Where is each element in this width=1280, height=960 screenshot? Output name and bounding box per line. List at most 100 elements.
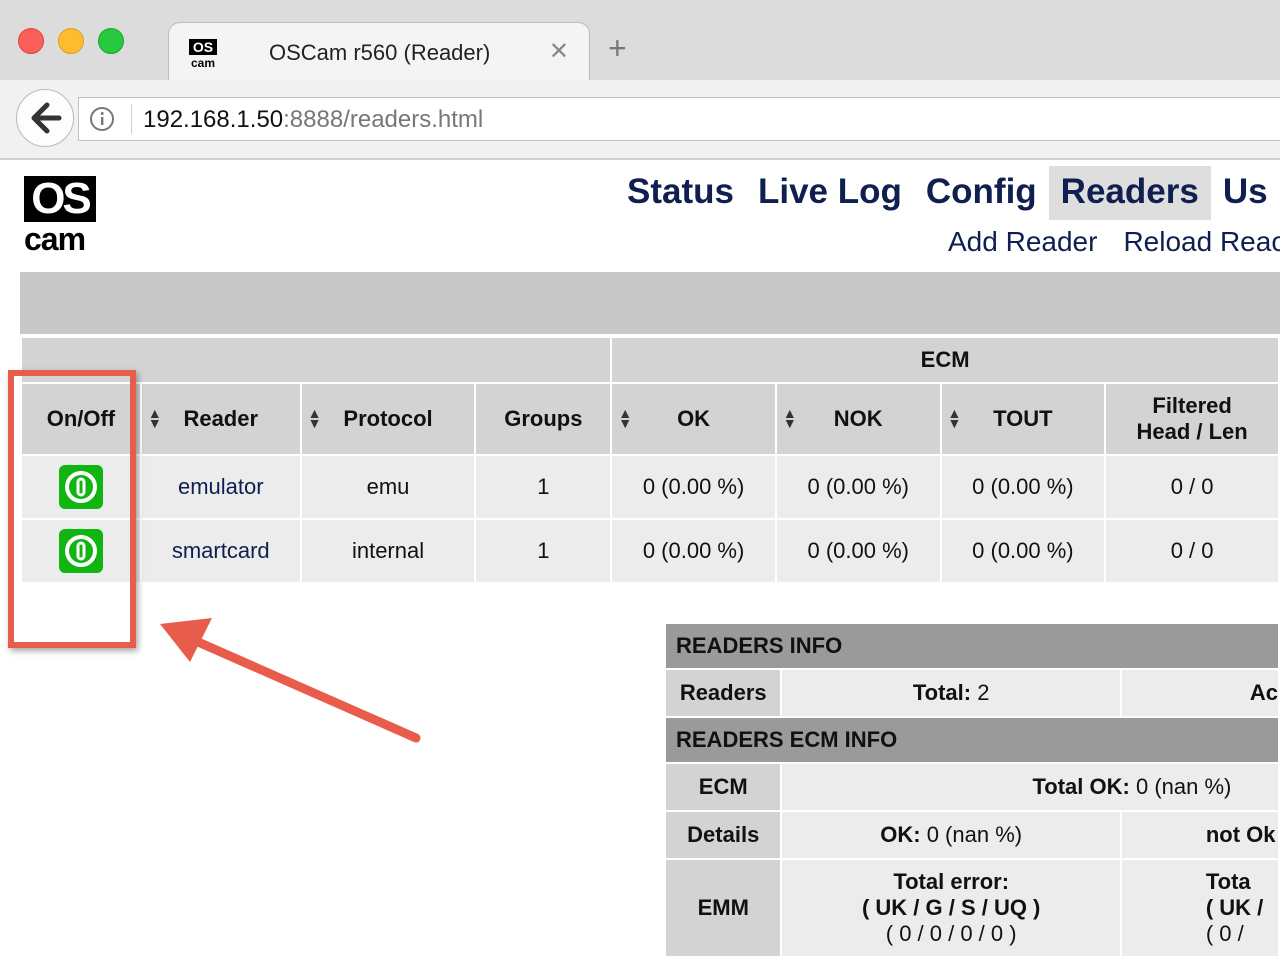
browser-tab-active[interactable]: OS cam OSCam r560 (Reader) ✕ (168, 22, 590, 81)
ecm-total-ok-value: 0 (nan %) (1135, 774, 1232, 799)
sort-arrows-icon[interactable]: ▲ ▼ (783, 406, 797, 430)
arrow-left-icon (31, 102, 62, 134)
col-groups: Groups (474, 382, 613, 456)
nok-cell: 0 (0.00 %) (774, 454, 942, 520)
nok-cell: 0 (0.00 %) (774, 518, 942, 584)
col-ok[interactable]: ▲ ▼ OK (610, 382, 777, 456)
ecm-info-title: READERS ECM INFO (664, 716, 1280, 764)
filtered-cell: 0 / 0 (1104, 454, 1280, 520)
details-ok-value: 0 (nan %) (926, 822, 1023, 847)
svg-text:OS: OS (193, 39, 213, 55)
annotation-arrow-icon (160, 618, 421, 743)
readers-info-header: READERS INFO (664, 622, 1280, 670)
tab-title: OSCam r560 (Reader) (269, 40, 491, 65)
emm-row: EMM Total error: ( UK / G / S / UQ ) ( 0… (663, 858, 1280, 958)
sort-arrows-icon[interactable]: ▲ ▼ (948, 406, 962, 430)
window-maximize-button[interactable] (98, 28, 124, 54)
readers-table: ECM On/Off ▲ ▼ Reader ▲ ▼ Protocol Groups … (19, 336, 1280, 584)
col-protocol[interactable]: ▲ ▼ Protocol (299, 382, 477, 456)
group-header-ecm: ECM (610, 336, 1280, 384)
col-filtered-line2: Head / Len (1136, 419, 1248, 444)
reader-name-link[interactable]: emulator (139, 454, 302, 520)
url-separator (131, 104, 132, 134)
col-ok-label: OK (677, 406, 711, 431)
ecm-total-ok-label: Total OK: (1032, 774, 1130, 799)
col-tout[interactable]: ▲ ▼ TOUT (939, 382, 1107, 456)
filtered-cell: 0 / 0 (1104, 518, 1280, 584)
main-nav: Status Live Log Config Readers Us (615, 166, 1280, 220)
tout-cell: 0 (0.00 %) (939, 454, 1107, 520)
reload-readers-link[interactable]: Reload Reac (1123, 226, 1280, 258)
protocol-cell: emu (299, 454, 477, 520)
browser-toolbar: 192.168.1.50:8888/readers.html (0, 80, 1280, 160)
logo-cam-text: cam (24, 221, 86, 257)
table-row: smartcard internal 1 0 (0.00 %) 0 (0.00 … (20, 518, 1280, 584)
back-button[interactable] (16, 89, 74, 147)
url-path: :8888/readers.html (283, 106, 484, 133)
window-minimize-button[interactable] (58, 28, 84, 54)
table-row: emulator emu 1 0 (0.00 %) 0 (0.00 %) 0 (… (20, 454, 1280, 520)
oscam-favicon-icon: OS cam (189, 39, 217, 69)
emm-col3-cell: Tota ( UK / ( 0 / (1119, 858, 1280, 958)
col-protocol-label: Protocol (343, 406, 433, 431)
add-reader-link[interactable]: Add Reader (948, 226, 1097, 258)
info-circle-icon[interactable] (89, 106, 115, 132)
logo-os-text: OS (24, 176, 96, 222)
readers-active-cell: Ac (1119, 668, 1280, 718)
tout-cell: 0 (0.00 %) (939, 518, 1107, 584)
protocol-cell: internal (299, 518, 477, 584)
nav-users[interactable]: Us (1211, 166, 1280, 220)
col-reader[interactable]: ▲ ▼ Reader (139, 382, 302, 456)
address-bar[interactable]: 192.168.1.50:8888/readers.html (78, 97, 1280, 141)
col-nok-label: NOK (833, 406, 883, 431)
window-close-button[interactable] (18, 28, 44, 54)
svg-text:cam: cam (191, 56, 215, 69)
emm-label: EMM (663, 858, 783, 958)
sort-arrows-icon[interactable]: ▲ ▼ (308, 406, 322, 430)
readers-label: Readers (663, 668, 783, 718)
ok-cell: 0 (0.00 %) (610, 518, 777, 584)
emm-total-error-cell: Total error: ( UK / G / S / UQ ) ( 0 / 0… (780, 858, 1122, 958)
ecm-total-ok-cell: Total OK: 0 (nan %) (780, 762, 1280, 812)
sort-arrows-icon[interactable]: ▲ ▼ (148, 406, 162, 430)
col-filtered-line1: Filtered (1152, 393, 1232, 418)
nav-status[interactable]: Status (615, 166, 746, 220)
table-header-row: On/Off ▲ ▼ Reader ▲ ▼ Protocol Groups ▲ ▼ O… (20, 382, 1280, 456)
nav-live-log[interactable]: Live Log (746, 166, 914, 220)
readers-info-title: READERS INFO (664, 622, 1280, 670)
emm-values: ( 0 / 0 / 0 / 0 ) (885, 921, 1017, 946)
emm-total-error-label: Total error: (893, 869, 1010, 894)
new-tab-button[interactable]: + (608, 32, 627, 64)
ok-cell: 0 (0.00 %) (610, 454, 777, 520)
browser-titlebar: OS cam OSCam r560 (Reader) ✕ + (0, 0, 1280, 81)
readers-info-row: Readers Total: 2 Ac (663, 668, 1280, 718)
nav-readers[interactable]: Readers (1048, 166, 1211, 220)
reader-name-link[interactable]: smartcard (139, 518, 302, 584)
col-filtered: Filtered Head / Len (1104, 382, 1280, 456)
col-nok[interactable]: ▲ ▼ NOK (774, 382, 942, 456)
url-host: 192.168.1.50 (143, 106, 284, 133)
url-text[interactable]: 192.168.1.50:8888/readers.html (143, 106, 483, 134)
ecm-row: ECM Total OK: 0 (nan %) (663, 762, 1280, 812)
details-label: Details (663, 810, 783, 860)
readers-total-cell: Total: 2 (780, 668, 1122, 718)
nav-config[interactable]: Config (914, 166, 1049, 220)
readers-total-label: Total: (912, 680, 972, 705)
emm-col3-line1: Tota (1205, 869, 1251, 894)
groups-cell: 1 (474, 454, 613, 520)
oscam-logo[interactable]: OS cam (24, 176, 96, 257)
emm-col3-line2: ( UK / (1205, 895, 1264, 920)
details-row: Details OK: 0 (nan %) not Ok (663, 810, 1280, 860)
details-ok-cell: OK: 0 (nan %) (780, 810, 1122, 860)
details-notok-cell: not Ok (1119, 810, 1280, 860)
tab-close-icon[interactable]: ✕ (549, 37, 569, 66)
table-group-header-row: ECM (19, 336, 1280, 384)
ecm-info-header: READERS ECM INFO (664, 716, 1280, 764)
emm-codes: ( UK / G / S / UQ ) (861, 895, 1041, 920)
emm-col3-line3: ( 0 / (1205, 921, 1244, 946)
readers-total-value: 2 (977, 680, 990, 705)
col-reader-label: Reader (183, 406, 259, 431)
annotation-highlight-box (8, 370, 136, 648)
readers-info-table: READERS INFO Readers Total: 2 Ac READERS… (663, 622, 1280, 958)
sort-arrows-icon[interactable]: ▲ ▼ (618, 406, 632, 430)
